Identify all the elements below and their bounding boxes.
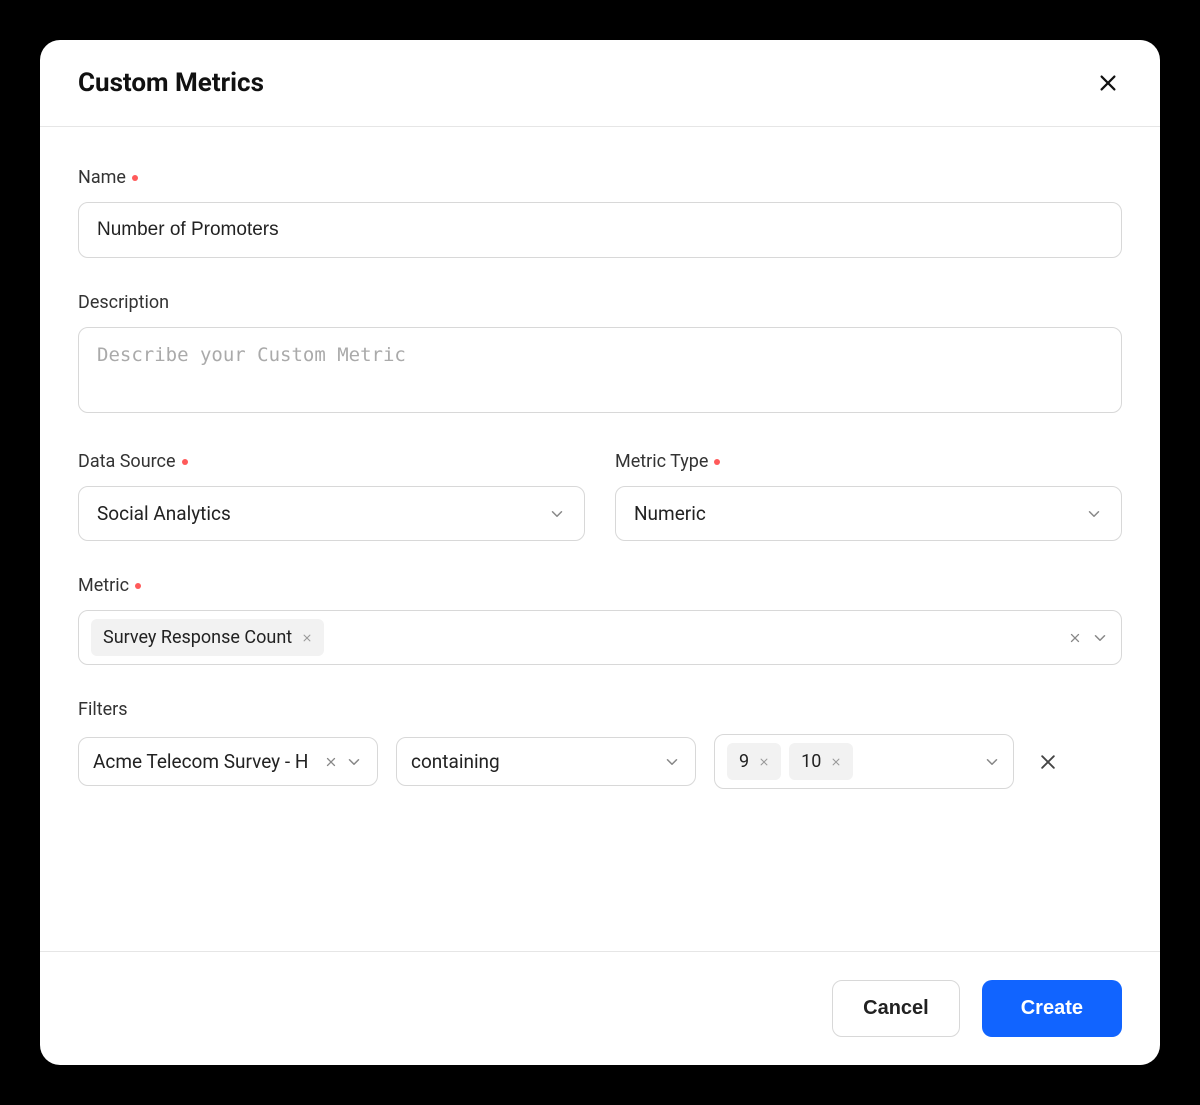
data-source-label: Data Source (78, 451, 585, 472)
custom-metrics-modal: Custom Metrics Name Description Data Sou (40, 40, 1160, 1065)
chevron-down-icon (1085, 505, 1103, 523)
description-input[interactable] (78, 327, 1122, 413)
metric-type-field: Metric Type Numeric (615, 451, 1122, 541)
chevron-down-icon (548, 505, 566, 523)
remove-chip-icon[interactable] (302, 633, 312, 643)
cancel-button[interactable]: Cancel (832, 980, 960, 1037)
required-dot-icon (135, 583, 141, 589)
create-button[interactable]: Create (982, 980, 1122, 1037)
name-field: Name (78, 167, 1122, 258)
filter-value-chip: 10 (789, 743, 853, 780)
filter-values-select[interactable]: 9 10 (714, 734, 1014, 789)
filter-operator-select[interactable]: containing (396, 737, 696, 786)
modal-title: Custom Metrics (78, 68, 264, 98)
metric-type-select[interactable]: Numeric (615, 486, 1122, 541)
required-dot-icon (132, 175, 138, 181)
description-field: Description (78, 292, 1122, 417)
filter-field-select[interactable]: Acme Telecom Survey - H (78, 737, 378, 786)
remove-chip-icon[interactable] (831, 757, 841, 767)
modal-body: Name Description Data Source Social Anal… (40, 127, 1160, 951)
chevron-down-icon (663, 753, 681, 771)
required-dot-icon (714, 459, 720, 465)
close-icon (1038, 752, 1058, 772)
name-label: Name (78, 167, 1122, 188)
metric-type-label: Metric Type (615, 451, 1122, 472)
close-button[interactable] (1094, 69, 1122, 97)
filters-field: Filters Acme Telecom Survey - H containi… (78, 699, 1122, 789)
description-label: Description (78, 292, 1122, 313)
remove-filter-button[interactable] (1032, 746, 1064, 778)
data-source-field: Data Source Social Analytics (78, 451, 585, 541)
chevron-down-icon (983, 753, 1001, 771)
modal-header: Custom Metrics (40, 40, 1160, 127)
chevron-down-icon (345, 753, 363, 771)
required-dot-icon (182, 459, 188, 465)
filters-label: Filters (78, 699, 1122, 720)
metric-field: Metric Survey Response Count (78, 575, 1122, 665)
metric-label: Metric (78, 575, 1122, 596)
clear-icon[interactable] (325, 756, 337, 768)
metric-chip: Survey Response Count (91, 619, 324, 656)
filter-row: Acme Telecom Survey - H containing 9 (78, 734, 1122, 789)
data-source-select[interactable]: Social Analytics (78, 486, 585, 541)
modal-footer: Cancel Create (40, 951, 1160, 1065)
close-icon (1097, 72, 1119, 94)
filter-value-chip: 9 (727, 743, 781, 780)
name-input[interactable] (78, 202, 1122, 258)
chevron-down-icon (1091, 629, 1109, 647)
clear-all-icon[interactable] (1069, 632, 1081, 644)
remove-chip-icon[interactable] (759, 757, 769, 767)
metric-select[interactable]: Survey Response Count (78, 610, 1122, 665)
